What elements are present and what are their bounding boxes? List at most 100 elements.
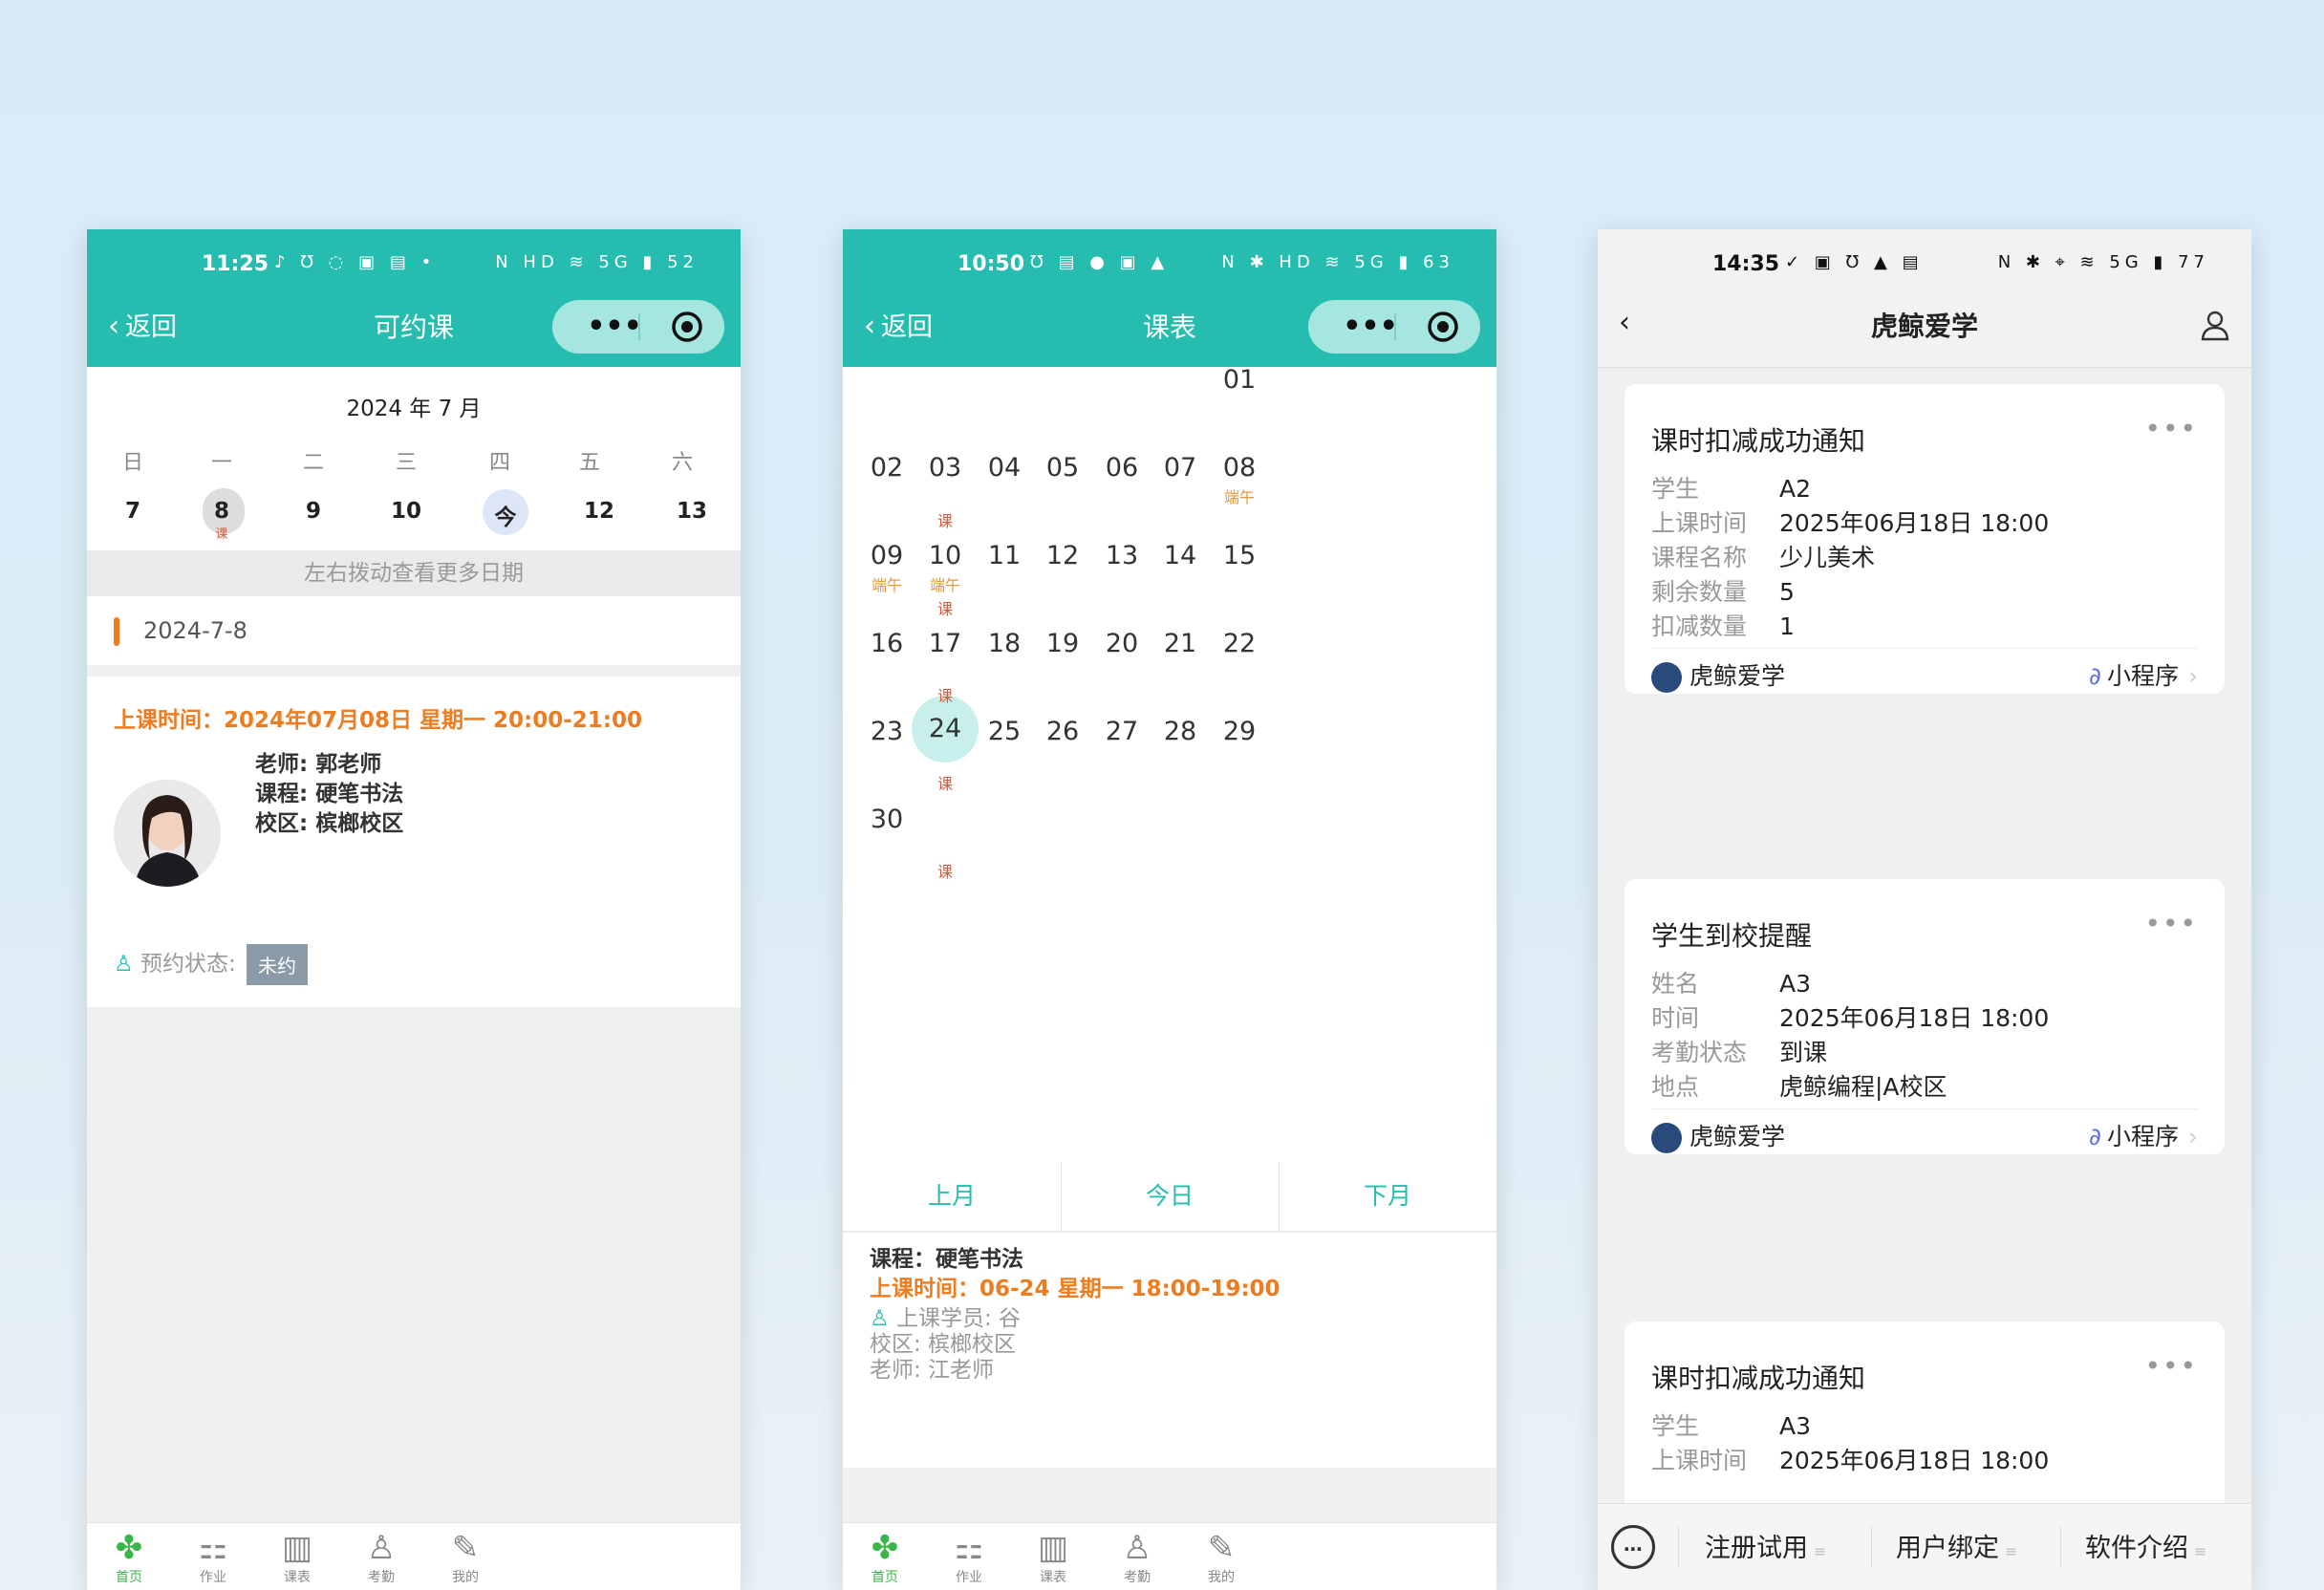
calendar-day-10[interactable]: 10 <box>912 541 979 570</box>
close-target-icon[interactable] <box>671 311 703 343</box>
holiday-mark: 端午 <box>871 576 902 594</box>
row-key: 时间 <box>1651 1004 1700 1032</box>
class-mark: 课 <box>936 687 953 705</box>
menu-trial-signup[interactable]: 注册试用 ≡ <box>1705 1527 1826 1564</box>
status-bar: 14:35 ✓ ▣ Ʊ ▲ ▤ N ✱ ⌖ ≋ 5G ▮ 77 <box>1598 229 2251 283</box>
lesson-card[interactable]: 上课时间：2024年07月08日 星期一 20:00-21:00 老师: 郭老师… <box>87 677 741 1007</box>
attendance-icon: ♙ <box>1122 1529 1152 1567</box>
day-9[interactable]: 9 <box>285 499 342 524</box>
calendar-day-26[interactable]: 26 <box>1029 717 1096 746</box>
menu-icon: ≡ <box>2194 1542 2207 1560</box>
source-name: 虎鲸爱学 <box>1689 1123 1786 1150</box>
calendar-day-06[interactable]: 06 <box>1088 453 1155 483</box>
next-month-button[interactable]: 下月 <box>1279 1162 1496 1231</box>
tab-homework[interactable]: ⚏ 作业 <box>175 1529 251 1586</box>
more-button[interactable]: ••• <box>571 310 657 343</box>
calendar-day-07[interactable]: 07 <box>1147 453 1214 483</box>
mini-program-link[interactable]: ∂ 小程序 › <box>2089 1118 2198 1152</box>
calendar-day-30[interactable]: 30 <box>853 805 920 834</box>
status-time: 10:50 <box>958 252 1025 276</box>
holiday-mark: 端午 <box>1223 488 1255 506</box>
day-10[interactable]: 10 <box>377 499 435 524</box>
status-badge[interactable]: 未约 <box>247 944 308 985</box>
tab-schedule[interactable]: ▥ 课表 <box>1015 1529 1091 1586</box>
miniprogram-capsule: ••• <box>552 300 724 354</box>
calendar-day-14[interactable]: 14 <box>1147 541 1214 570</box>
notification-card[interactable]: 课时扣减成功通知 ••• 学生 A2 上课时间 2025年06月18日 18:00 … <box>1625 384 2225 694</box>
calendar-day-18[interactable]: 18 <box>971 629 1038 658</box>
calendar-day-20[interactable]: 20 <box>1088 629 1155 658</box>
calendar-day-15[interactable]: 15 <box>1206 541 1273 570</box>
tab-profile[interactable]: ✎ 我的 <box>427 1529 504 1586</box>
card-more-button[interactable]: ••• <box>2144 908 2198 939</box>
phone-schedule: 10:50 Ʊ ▤ ● ▣ ▲ N ✱ HD ≋ 5G ▮ 63 ‹ 返回 课表 … <box>843 229 1496 1590</box>
detail-course: 课程：硬笔书法 <box>870 1247 1023 1272</box>
profile-icon[interactable] <box>2198 308 2232 342</box>
tab-home[interactable]: ✤ 首页 <box>847 1529 923 1586</box>
calendar-day-13[interactable]: 13 <box>1088 541 1155 570</box>
calendar-day-17[interactable]: 17 <box>912 629 979 658</box>
calendar-day-09[interactable]: 09 <box>853 541 920 570</box>
card-more-button[interactable]: ••• <box>2144 413 2198 444</box>
calendar-day-25[interactable]: 25 <box>971 717 1038 746</box>
calendar-day-27[interactable]: 27 <box>1088 717 1155 746</box>
weekday-sun: 日 <box>121 451 143 475</box>
card-row: 上课时间 2025年06月18日 18:00 <box>1651 505 2049 539</box>
card-title: 课时扣减成功通知 <box>1651 1363 1866 1394</box>
tab-label-schedule: 课表 <box>284 1570 311 1585</box>
tab-label-home: 首页 <box>116 1570 142 1585</box>
calendar-day-11[interactable]: 11 <box>971 541 1038 570</box>
calendar-day-23[interactable]: 23 <box>853 717 920 746</box>
day-today[interactable]: 今 <box>477 499 534 531</box>
day-13[interactable]: 13 <box>663 499 721 524</box>
row-key: 扣减数量 <box>1651 612 1748 640</box>
card-divider <box>1651 1108 2198 1109</box>
home-icon: ✤ <box>115 1529 143 1567</box>
card-source: 虎鲸爱学 <box>1651 1118 1785 1153</box>
calendar-day-08[interactable]: 08 <box>1206 453 1273 483</box>
row-key: 学生 <box>1651 1412 1700 1440</box>
profile-icon: ✎ <box>451 1529 480 1567</box>
day-8[interactable]: 8 <box>193 499 250 524</box>
calendar-day-19[interactable]: 19 <box>1029 629 1096 658</box>
calendar-day-03[interactable]: 03 <box>912 453 979 483</box>
calendar-day-05[interactable]: 05 <box>1029 453 1096 483</box>
keyboard-icon[interactable]: ⋯ <box>1611 1525 1655 1569</box>
calendar-day-29[interactable]: 29 <box>1206 717 1273 746</box>
tab-label-attendance: 考勤 <box>368 1570 395 1585</box>
calendar-day-22[interactable]: 22 <box>1206 629 1273 658</box>
day-7[interactable]: 7 <box>104 499 161 524</box>
card-row: 地点 虎鲸编程|A校区 <box>1651 1068 1947 1103</box>
more-button[interactable]: ••• <box>1327 310 1413 343</box>
card-row: 学生 A2 <box>1651 470 1811 505</box>
prev-month-button[interactable]: 上月 <box>843 1162 1061 1231</box>
booking-status-label: 预约状态: <box>140 952 236 977</box>
today-button[interactable]: 今日 <box>1061 1162 1279 1231</box>
calendar-day-04[interactable]: 04 <box>971 453 1038 483</box>
card-more-button[interactable]: ••• <box>2144 1350 2198 1382</box>
tab-bar: ✤ 首页 ⚏ 作业 ▥ 课表 ♙ 考勤 ✎ 我的 <box>843 1522 1496 1590</box>
calendar-day-16[interactable]: 16 <box>853 629 920 658</box>
day-12[interactable]: 12 <box>570 499 628 524</box>
menu-software-intro[interactable]: 软件介绍 ≡ <box>2085 1527 2206 1564</box>
tab-attendance[interactable]: ♙ 考勤 <box>343 1529 420 1586</box>
calendar-day-12[interactable]: 12 <box>1029 541 1096 570</box>
notification-icons: Ʊ ▤ ● ▣ ▲ <box>1030 252 1170 272</box>
close-target-icon[interactable] <box>1427 311 1459 343</box>
tab-profile[interactable]: ✎ 我的 <box>1183 1529 1259 1586</box>
menu-user-binding[interactable]: 用户绑定 ≡ <box>1896 1527 2017 1564</box>
detail-teacher: 老师: 江老师 <box>870 1358 995 1383</box>
mini-program-link[interactable]: ∂ 小程序 › <box>2089 657 2198 692</box>
tab-schedule[interactable]: ▥ 课表 <box>259 1529 335 1586</box>
calendar-day-02[interactable]: 02 <box>853 453 920 483</box>
calendar-day-21[interactable]: 21 <box>1147 629 1214 658</box>
row-value: A2 <box>1779 475 1812 503</box>
tab-homework[interactable]: ⚏ 作业 <box>931 1529 1007 1586</box>
tab-home[interactable]: ✤ 首页 <box>91 1529 167 1586</box>
card-title: 学生到校提醒 <box>1651 920 1813 952</box>
notification-card[interactable]: 学生到校提醒 ••• 姓名 A3 时间 2025年06月18日 18:00 考勤状态… <box>1625 879 2225 1154</box>
selected-date-bar: 2024-7-8 <box>87 596 741 665</box>
calendar-day-28[interactable]: 28 <box>1147 717 1214 746</box>
calendar-day-01[interactable]: 01 <box>1206 365 1273 395</box>
tab-attendance[interactable]: ♙ 考勤 <box>1099 1529 1175 1586</box>
